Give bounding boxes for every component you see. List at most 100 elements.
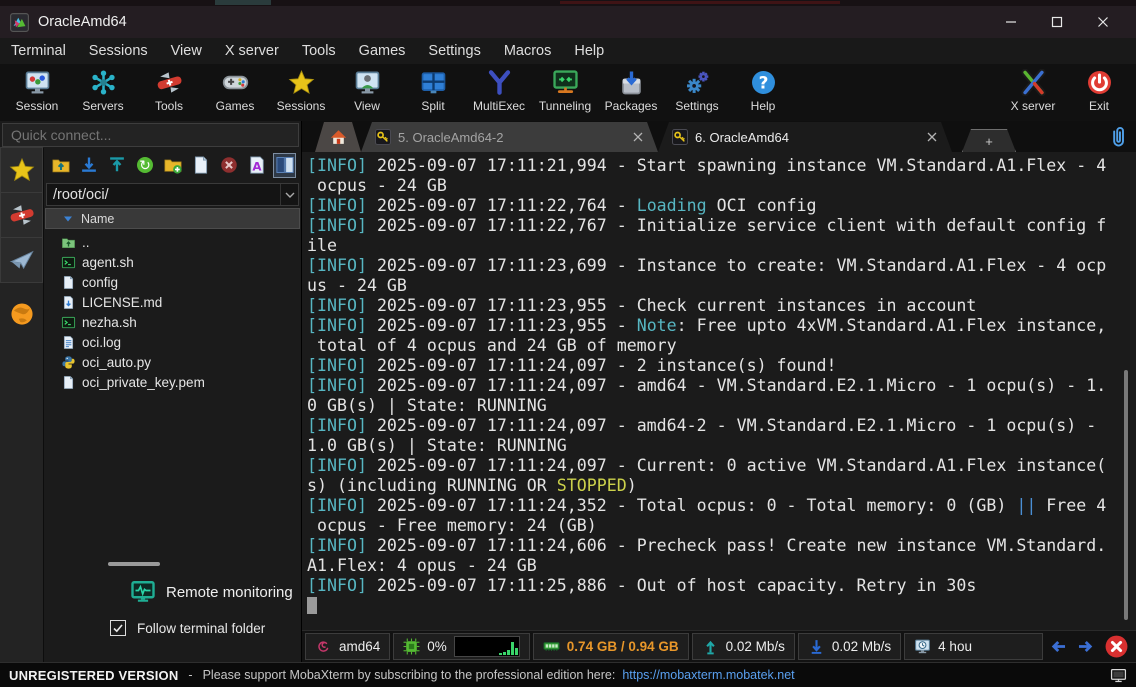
toolbar-button-split[interactable]: Split — [400, 67, 466, 113]
terminal-text: [INFO] — [307, 356, 367, 375]
terminal-text: 2025-09-07 17:11:23,955 - — [367, 316, 637, 335]
status-uptime-value: 4 hou — [938, 639, 972, 654]
delete-icon — [219, 155, 239, 175]
tab-home[interactable] — [315, 122, 361, 152]
footer-link[interactable]: https://mobaxterm.mobatek.net — [622, 668, 794, 682]
terminal-line: [INFO] 2025-09-07 17:11:24,606 - Prechec… — [307, 536, 1136, 556]
toolbar-button-exit[interactable]: Exit — [1066, 67, 1132, 113]
path-input[interactable] — [47, 187, 280, 203]
file-row[interactable]: oci.log — [44, 332, 301, 352]
menu-games[interactable]: Games — [359, 43, 406, 59]
file-name: LICENSE.md — [82, 295, 162, 310]
star-icon — [9, 157, 35, 183]
sidebar-splitter-handle[interactable] — [108, 562, 160, 566]
toolbar-button-multiexec[interactable]: MultiExec — [466, 67, 532, 113]
app-logo-icon — [10, 13, 29, 32]
svg-text:A: A — [252, 160, 262, 174]
terminal-line: [INFO] 2025-09-07 17:11:23,955 - Check c… — [307, 296, 1136, 316]
file-toolbar-new-file-button[interactable] — [189, 153, 212, 178]
toolbar-button-help[interactable]: ?Help — [730, 67, 796, 113]
quick-connect-input[interactable] — [3, 127, 298, 143]
toolbar-button-label: Exit — [1089, 99, 1109, 113]
terminal-text: 2025-09-07 17:11:23,699 - Instance to cr… — [367, 256, 1106, 275]
toolbar-button-label: Tunneling — [539, 99, 591, 113]
file-toolbar-go-home-dir-button[interactable] — [49, 153, 72, 178]
file-row[interactable]: agent.sh — [44, 252, 301, 272]
settings-icon — [684, 69, 711, 96]
status-cell-upload-speed: 0.02 Mb/s — [692, 633, 795, 660]
toolbar-button-packages[interactable]: Packages — [598, 67, 664, 113]
toolbar-button-x-server[interactable]: X server — [1000, 67, 1066, 113]
next-tab-button[interactable] — [1073, 635, 1097, 659]
terminal-cursor — [307, 597, 317, 614]
servers-icon — [90, 69, 117, 96]
menu-sessions[interactable]: Sessions — [89, 43, 148, 59]
file-name: oci.log — [82, 335, 121, 350]
toolbar-button-label: Games — [216, 99, 255, 113]
toolbar-button-settings[interactable]: Settings — [664, 67, 730, 113]
file-toolbar-refresh-button[interactable]: ↻ — [133, 153, 156, 178]
file-toolbar-toggle-panel-button[interactable] — [273, 153, 296, 178]
new-tab-button[interactable]: + — [962, 129, 1016, 152]
terminal-text: Note — [637, 316, 677, 335]
follow-terminal-folder-checkbox[interactable] — [110, 620, 126, 636]
terminal-output[interactable]: [INFO] 2025-09-07 17:11:21,994 - Start s… — [302, 152, 1136, 630]
file-toolbar-edit-button[interactable]: A — [245, 153, 268, 178]
terminal-scrollbar[interactable] — [1124, 370, 1128, 620]
file-row[interactable]: oci_auto.py — [44, 352, 301, 372]
tools-icon — [9, 202, 35, 228]
tab-6-oracleamd64[interactable]: 6. OracleAmd64 — [658, 122, 952, 152]
menu-x-server[interactable]: X server — [225, 43, 279, 59]
download-icon — [79, 155, 99, 175]
terminal-text: [INFO] — [307, 376, 367, 395]
toolbar-button-tunneling[interactable]: Tunneling — [532, 67, 598, 113]
maximize-button[interactable] — [1034, 6, 1080, 38]
toolbar-button-tools[interactable]: Tools — [136, 67, 202, 113]
file-name: .. — [82, 235, 90, 250]
menu-macros[interactable]: Macros — [504, 43, 552, 59]
file-toolbar-download-button[interactable] — [77, 153, 100, 178]
toolbar-button-servers[interactable]: Servers — [70, 67, 136, 113]
file-toolbar-upload-button[interactable] — [105, 153, 128, 178]
rail-button-macros[interactable] — [0, 237, 43, 283]
path-dropdown-button[interactable] — [280, 184, 298, 205]
multiexec-icon — [486, 69, 513, 96]
menu-help[interactable]: Help — [574, 43, 604, 59]
file-list-header[interactable]: Name — [45, 208, 300, 229]
file-toolbar-delete-button[interactable] — [217, 153, 240, 178]
key-icon — [672, 129, 688, 145]
menu-tools[interactable]: Tools — [302, 43, 336, 59]
file-row[interactable]: oci_private_key.pem — [44, 372, 301, 392]
svg-text:↻: ↻ — [139, 158, 151, 174]
rail-button-sessions[interactable] — [0, 147, 43, 193]
terminal-text: 2025-09-07 17:11:23,955 - Check current … — [367, 296, 976, 315]
prev-tab-button[interactable] — [1046, 635, 1070, 659]
terminal-text: STOPPED — [557, 476, 627, 495]
file-toolbar-new-folder-button[interactable] — [161, 153, 184, 178]
file-row[interactable]: config — [44, 272, 301, 292]
rail-button-tools[interactable] — [0, 192, 43, 238]
mobaxterm-window: OracleAmd64 TerminalSessionsViewX server… — [0, 0, 1136, 687]
minimize-button[interactable] — [988, 6, 1034, 38]
remote-monitoring-button[interactable]: Remote monitoring — [44, 576, 301, 608]
window-controls — [988, 6, 1126, 38]
toolbar-button-session[interactable]: Session — [4, 67, 70, 113]
file-row[interactable]: .. — [44, 232, 301, 252]
tab-close-icon[interactable] — [926, 131, 938, 143]
menu-settings[interactable]: Settings — [428, 43, 480, 59]
script-icon — [61, 315, 76, 330]
file-row[interactable]: nezha.sh — [44, 312, 301, 332]
close-button[interactable] — [1080, 6, 1126, 38]
file-row[interactable]: LICENSE.md — [44, 292, 301, 312]
tab-5-oracleamd64-2[interactable]: 5. OracleAmd64-2 — [361, 122, 658, 152]
downarrow-icon — [808, 638, 825, 655]
close-terminal-button[interactable] — [1104, 634, 1129, 659]
tab-close-icon[interactable] — [632, 131, 644, 143]
toolbar-button-games[interactable]: Games — [202, 67, 268, 113]
toolbar-button-sessions[interactable]: Sessions — [268, 67, 334, 113]
menu-terminal[interactable]: Terminal — [11, 43, 66, 59]
menu-view[interactable]: View — [171, 43, 202, 59]
attach-button[interactable] — [1108, 126, 1130, 148]
toolbar-button-view[interactable]: View — [334, 67, 400, 113]
rail-button-sftp[interactable] — [0, 291, 43, 337]
